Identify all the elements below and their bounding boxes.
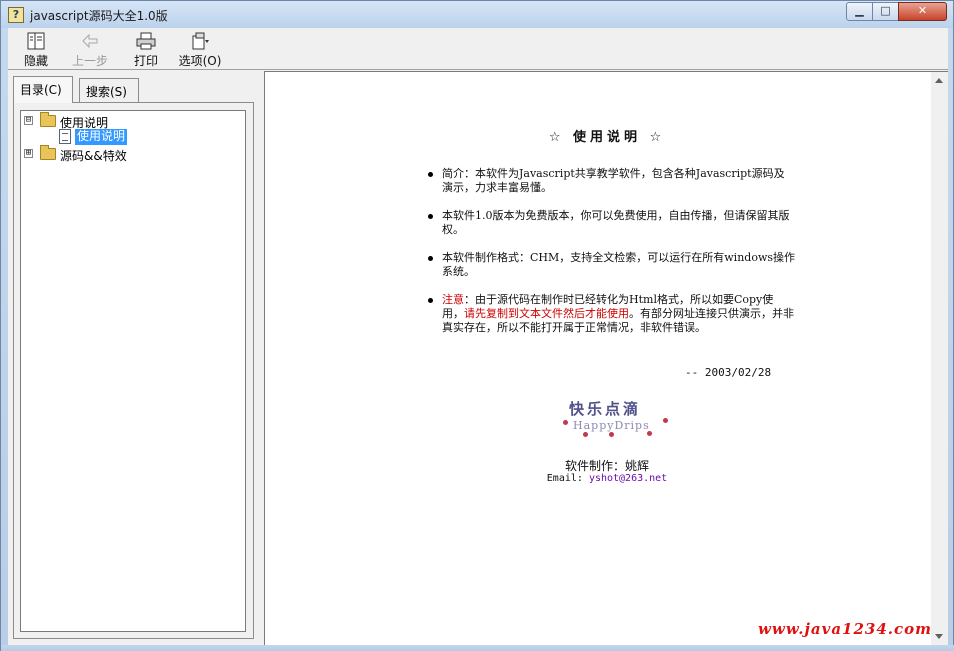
tree-item-usage-page[interactable]: 使用说明 bbox=[59, 129, 219, 145]
email-link[interactable]: yshot@263.net bbox=[589, 473, 667, 484]
tree-item-usage-folder[interactable]: ⊟ 使用说明 bbox=[24, 112, 224, 130]
back-button[interactable]: 上一步 bbox=[64, 32, 116, 70]
tree-item-label-selected: 使用说明 bbox=[75, 129, 128, 145]
logo-en-text: HappyDrips bbox=[573, 419, 650, 432]
page-icon bbox=[59, 129, 71, 144]
help-app-icon: ? bbox=[8, 7, 24, 23]
list-item: 本软件制作格式：CHM，支持全文检索，可以运行在所有windows操作系统。 bbox=[425, 251, 795, 279]
tab-search[interactable]: 搜索(S) bbox=[79, 78, 139, 102]
options-label: 选项(O) bbox=[178, 54, 222, 68]
drop-dot bbox=[563, 420, 568, 425]
help-window: ? javascript源码大全1.0版 ▁ □ ✕ 隐藏 上一步 打印 选项(… bbox=[0, 0, 954, 651]
drop-dot bbox=[663, 418, 668, 423]
email-label: Email: bbox=[546, 473, 589, 484]
printer-icon bbox=[136, 32, 156, 50]
options-icon bbox=[190, 32, 210, 50]
minimize-button[interactable]: ▁ bbox=[846, 2, 873, 21]
document: ☆ 使用说明 ☆ 简介：本软件为Javascript共享教学软件，包含各种Jav… bbox=[265, 72, 932, 645]
back-label: 上一步 bbox=[71, 54, 108, 68]
tree-item-source-folder[interactable]: ⊞ 源码&&特效 bbox=[24, 145, 224, 163]
scroll-up-icon[interactable] bbox=[935, 78, 943, 83]
close-button[interactable]: ✕ bbox=[898, 2, 947, 21]
watermark: www.java1234.com bbox=[758, 620, 933, 638]
window-title: javascript源码大全1.0版 bbox=[30, 9, 168, 23]
scroll-down-icon[interactable] bbox=[935, 634, 943, 639]
tab-contents[interactable]: 目录(C) bbox=[13, 76, 73, 103]
doc-date: -- 2003/02/28 bbox=[685, 366, 772, 379]
list-item: 本软件1.0版本为免费版本，你可以免费使用，自由传播，但请保留其版权。 bbox=[425, 209, 795, 237]
drop-dot bbox=[583, 432, 588, 437]
list-item: 简介：本软件为Javascript共享教学软件，包含各种Javascript源码… bbox=[425, 167, 795, 195]
contents-tree: ⊟ 使用说明 使用说明 ⊞ 源码&&特效 bbox=[20, 110, 246, 632]
hide-button[interactable]: 隐藏 bbox=[10, 32, 62, 70]
folder-icon bbox=[40, 145, 56, 160]
drop-dot bbox=[647, 431, 652, 436]
options-button[interactable]: 选项(O) bbox=[174, 32, 226, 70]
contents-panel: ⊟ 使用说明 使用说明 ⊞ 源码&&特效 bbox=[13, 102, 254, 639]
print-label: 打印 bbox=[133, 54, 158, 68]
open-folder-icon bbox=[40, 112, 56, 127]
note-warning: 请先复制到文本文件然后才能使用 bbox=[464, 307, 629, 320]
print-button[interactable]: 打印 bbox=[120, 32, 172, 70]
content-pane: ☆ 使用说明 ☆ 简介：本软件为Javascript共享教学软件，包含各种Jav… bbox=[264, 71, 948, 645]
maximize-button[interactable]: □ bbox=[872, 2, 899, 21]
tree-item-label: 源码&&特效 bbox=[60, 149, 127, 163]
title-bar[interactable]: ? javascript源码大全1.0版 ▁ □ ✕ bbox=[1, 1, 953, 28]
window-bottom-border bbox=[1, 645, 954, 651]
toolbar: 隐藏 上一步 打印 选项(O) bbox=[8, 28, 948, 70]
drop-dot bbox=[609, 432, 614, 437]
credit-line: 软件制作：姚辉 bbox=[564, 459, 649, 473]
list-item-note: 注意：由于源代码在制作时已经转化为Html格式，所以如要Copy使用，请先复制到… bbox=[425, 293, 795, 335]
doc-title: ☆ 使用说明 ☆ bbox=[548, 130, 666, 145]
email-line: Email: yshot@263.net bbox=[265, 473, 949, 484]
vertical-scrollbar[interactable] bbox=[931, 72, 948, 645]
expand-icon[interactable]: ⊞ bbox=[24, 149, 33, 158]
logo-cn-text: 快乐点滴 bbox=[569, 400, 642, 418]
navigation-pane: 目录(C) 搜索(S) ⊟ 使用说明 使用说明 ⊞ 源码&&特效 bbox=[8, 70, 258, 645]
hide-label: 隐藏 bbox=[23, 54, 48, 68]
back-arrow-icon bbox=[80, 32, 100, 50]
happydrips-logo: 快乐点滴 HappyDrips bbox=[563, 398, 673, 438]
collapse-icon[interactable]: ⊟ bbox=[24, 116, 33, 125]
hide-pane-icon bbox=[26, 32, 46, 50]
main-area: 目录(C) 搜索(S) ⊟ 使用说明 使用说明 ⊞ 源码&&特效 ☆ 使用说明 … bbox=[8, 70, 948, 645]
note-label: 注意 bbox=[442, 293, 464, 306]
